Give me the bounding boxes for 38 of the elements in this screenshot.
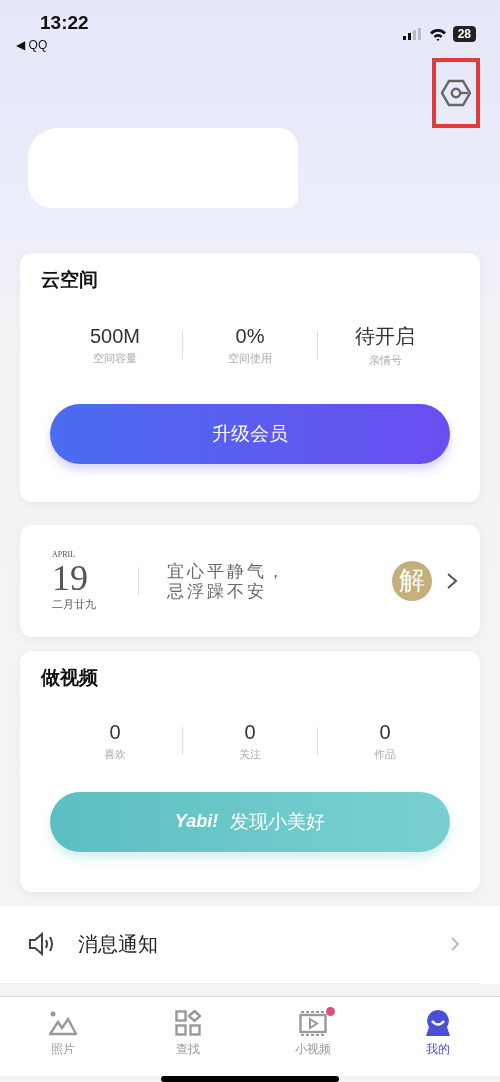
almanac-text: 宜心平静气， (167, 560, 288, 581)
card-title: 做视频 (41, 665, 98, 690)
almanac-text: 忌浮躁不安 (167, 580, 268, 601)
tab-item[interactable]: 查找 (125, 996, 250, 1077)
stat-value: 0 (244, 720, 256, 744)
battery-indicator: 28 (452, 26, 476, 42)
person-icon (424, 1008, 451, 1037)
stat-label: 空间容量 (93, 350, 137, 366)
back-to-app-link[interactable]: ◀ QQ (16, 38, 48, 52)
month-label: APRIL (52, 549, 77, 559)
signal-icon (402, 28, 423, 40)
tab-item[interactable]: 小视频 (250, 996, 375, 1077)
stat-value: 0% (235, 324, 265, 348)
chevron-right-icon (446, 571, 458, 590)
chevron-right-icon (450, 936, 460, 953)
stat-value: 0 (109, 720, 121, 744)
stat-label: 亲情号 (368, 352, 402, 368)
card-title: 云空间 (41, 267, 98, 292)
almanac-card[interactable]: APRIL 19 二月廿九 宜心平静气， 忌浮躁不安 解 (20, 524, 480, 637)
stat-value: 500M (90, 324, 140, 348)
day-number: 19 (52, 558, 89, 597)
settings-icon[interactable] (441, 79, 471, 107)
stat-label: 作品 (374, 746, 396, 762)
speaker-icon (28, 932, 56, 957)
mountain-icon (48, 1009, 77, 1036)
lunar-date: 二月廿九 (52, 596, 96, 612)
stat-value: 待开启 (355, 323, 415, 349)
upgrade-button[interactable]: 升级会员 (50, 403, 450, 464)
tab-item[interactable]: 我的 (375, 996, 500, 1077)
status-time: 13:22 (40, 12, 89, 34)
wifi-icon (428, 27, 447, 41)
stat-label: 喜欢 (104, 746, 126, 762)
stat-label: 关注 (239, 746, 261, 762)
tab-item[interactable]: 照片 (0, 996, 125, 1077)
stat-value: 0 (379, 720, 391, 744)
stat-label: 空间使用 (228, 350, 272, 366)
grid-icon (174, 1009, 201, 1036)
film-play-icon (298, 1009, 327, 1036)
